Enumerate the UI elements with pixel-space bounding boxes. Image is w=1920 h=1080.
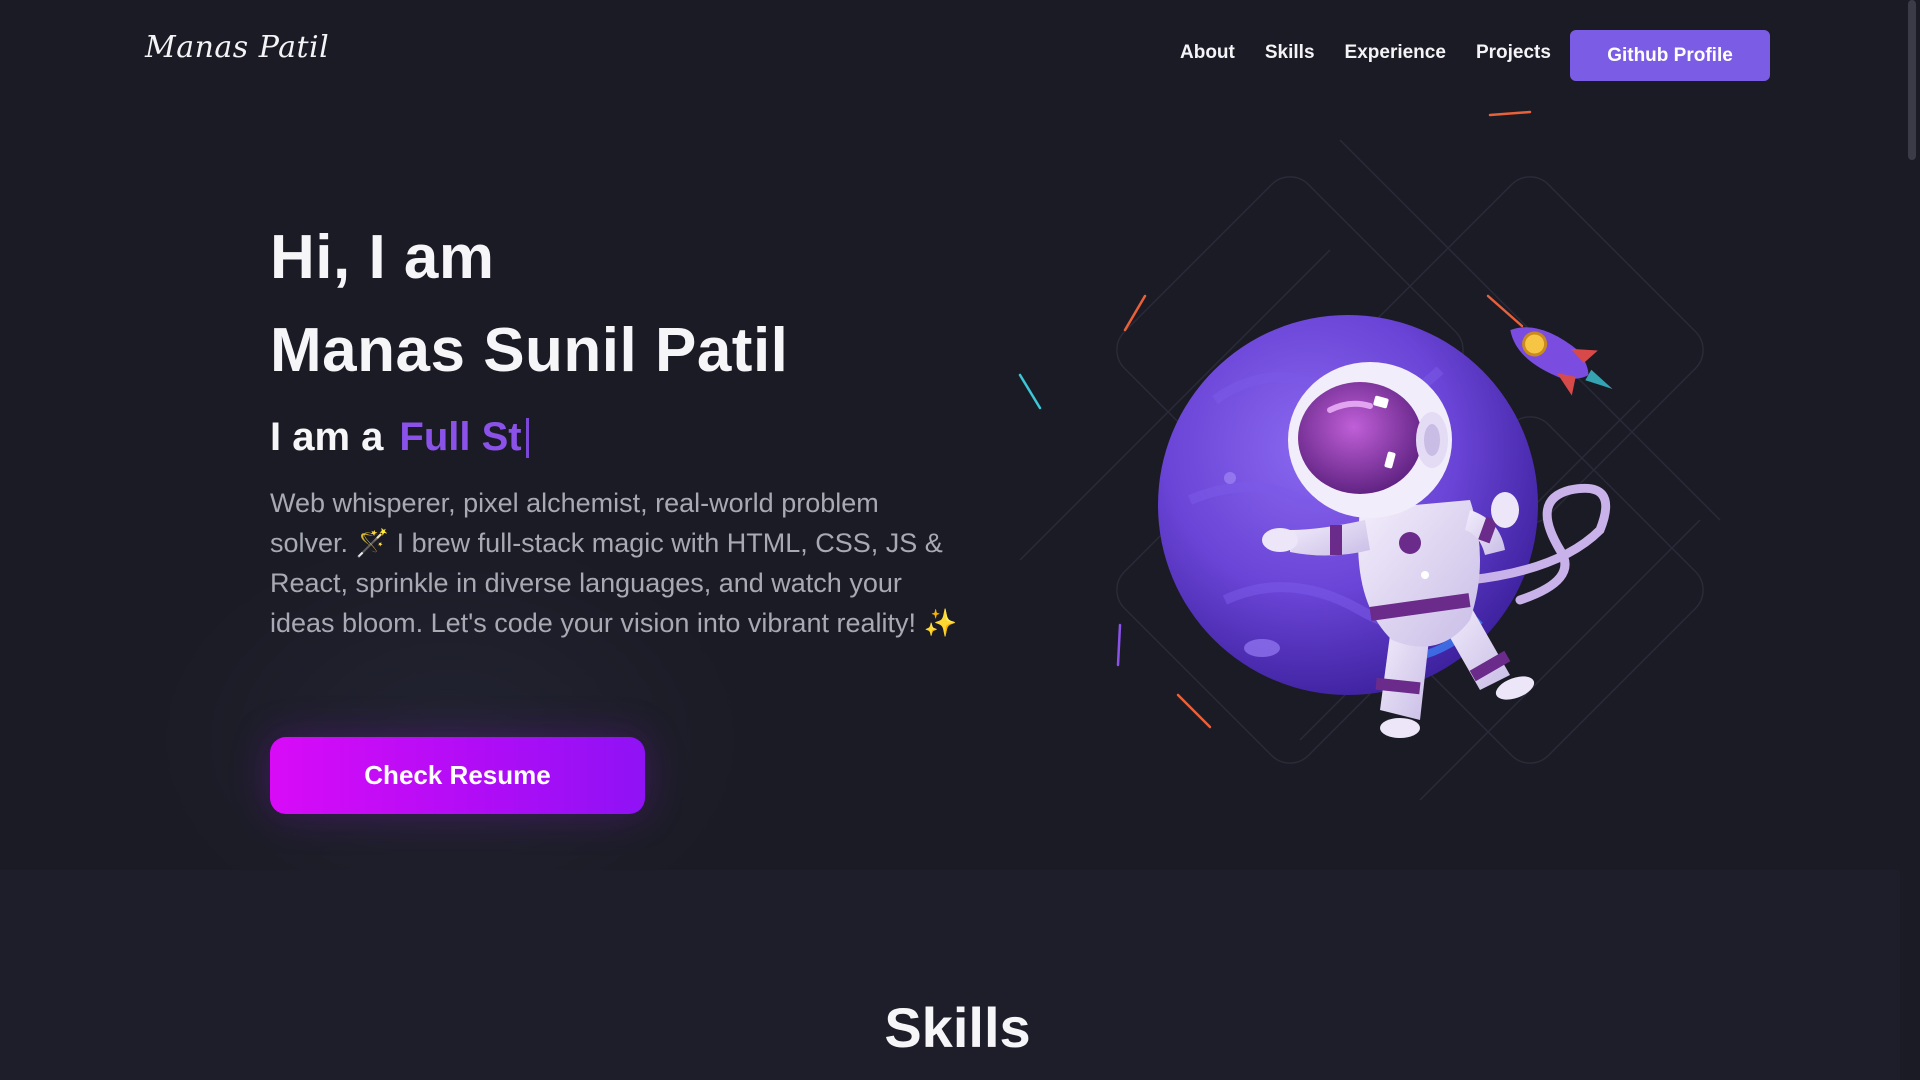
hero-name: Manas Sunil Patil — [270, 316, 789, 385]
navbar: Manas Patil About Skills Experience Proj… — [0, 0, 1900, 110]
role-prefix: I am a — [270, 415, 384, 459]
hero-role-line: I am a Full St — [270, 415, 529, 460]
scrollbar-track[interactable] — [1900, 0, 1920, 1080]
astronaut-planet-illustration — [1018, 110, 1721, 801]
github-profile-button[interactable]: Github Profile — [1570, 30, 1770, 81]
nav-about[interactable]: About — [1180, 42, 1235, 64]
typing-cursor — [525, 417, 529, 458]
nav-experience[interactable]: Experience — [1345, 42, 1446, 64]
role-typed-text: Full St — [399, 415, 522, 459]
rocket-icon — [1510, 327, 1613, 396]
hero-greeting: Hi, I am — [270, 223, 495, 292]
nav-projects[interactable]: Projects — [1476, 42, 1551, 64]
skills-section-title: Skills — [884, 996, 1031, 1059]
nav-links: About Skills Experience Projects — [1180, 42, 1551, 64]
nav-skills[interactable]: Skills — [1265, 42, 1315, 64]
check-resume-button[interactable]: Check Resume — [270, 737, 645, 814]
page: Manas Patil About Skills Experience Proj… — [0, 0, 1920, 1080]
hero-description: Web whisperer, pixel alchemist, real-wor… — [270, 488, 958, 638]
scrollbar-thumb[interactable] — [1908, 0, 1916, 160]
site-logo[interactable]: Manas Patil — [145, 30, 329, 65]
